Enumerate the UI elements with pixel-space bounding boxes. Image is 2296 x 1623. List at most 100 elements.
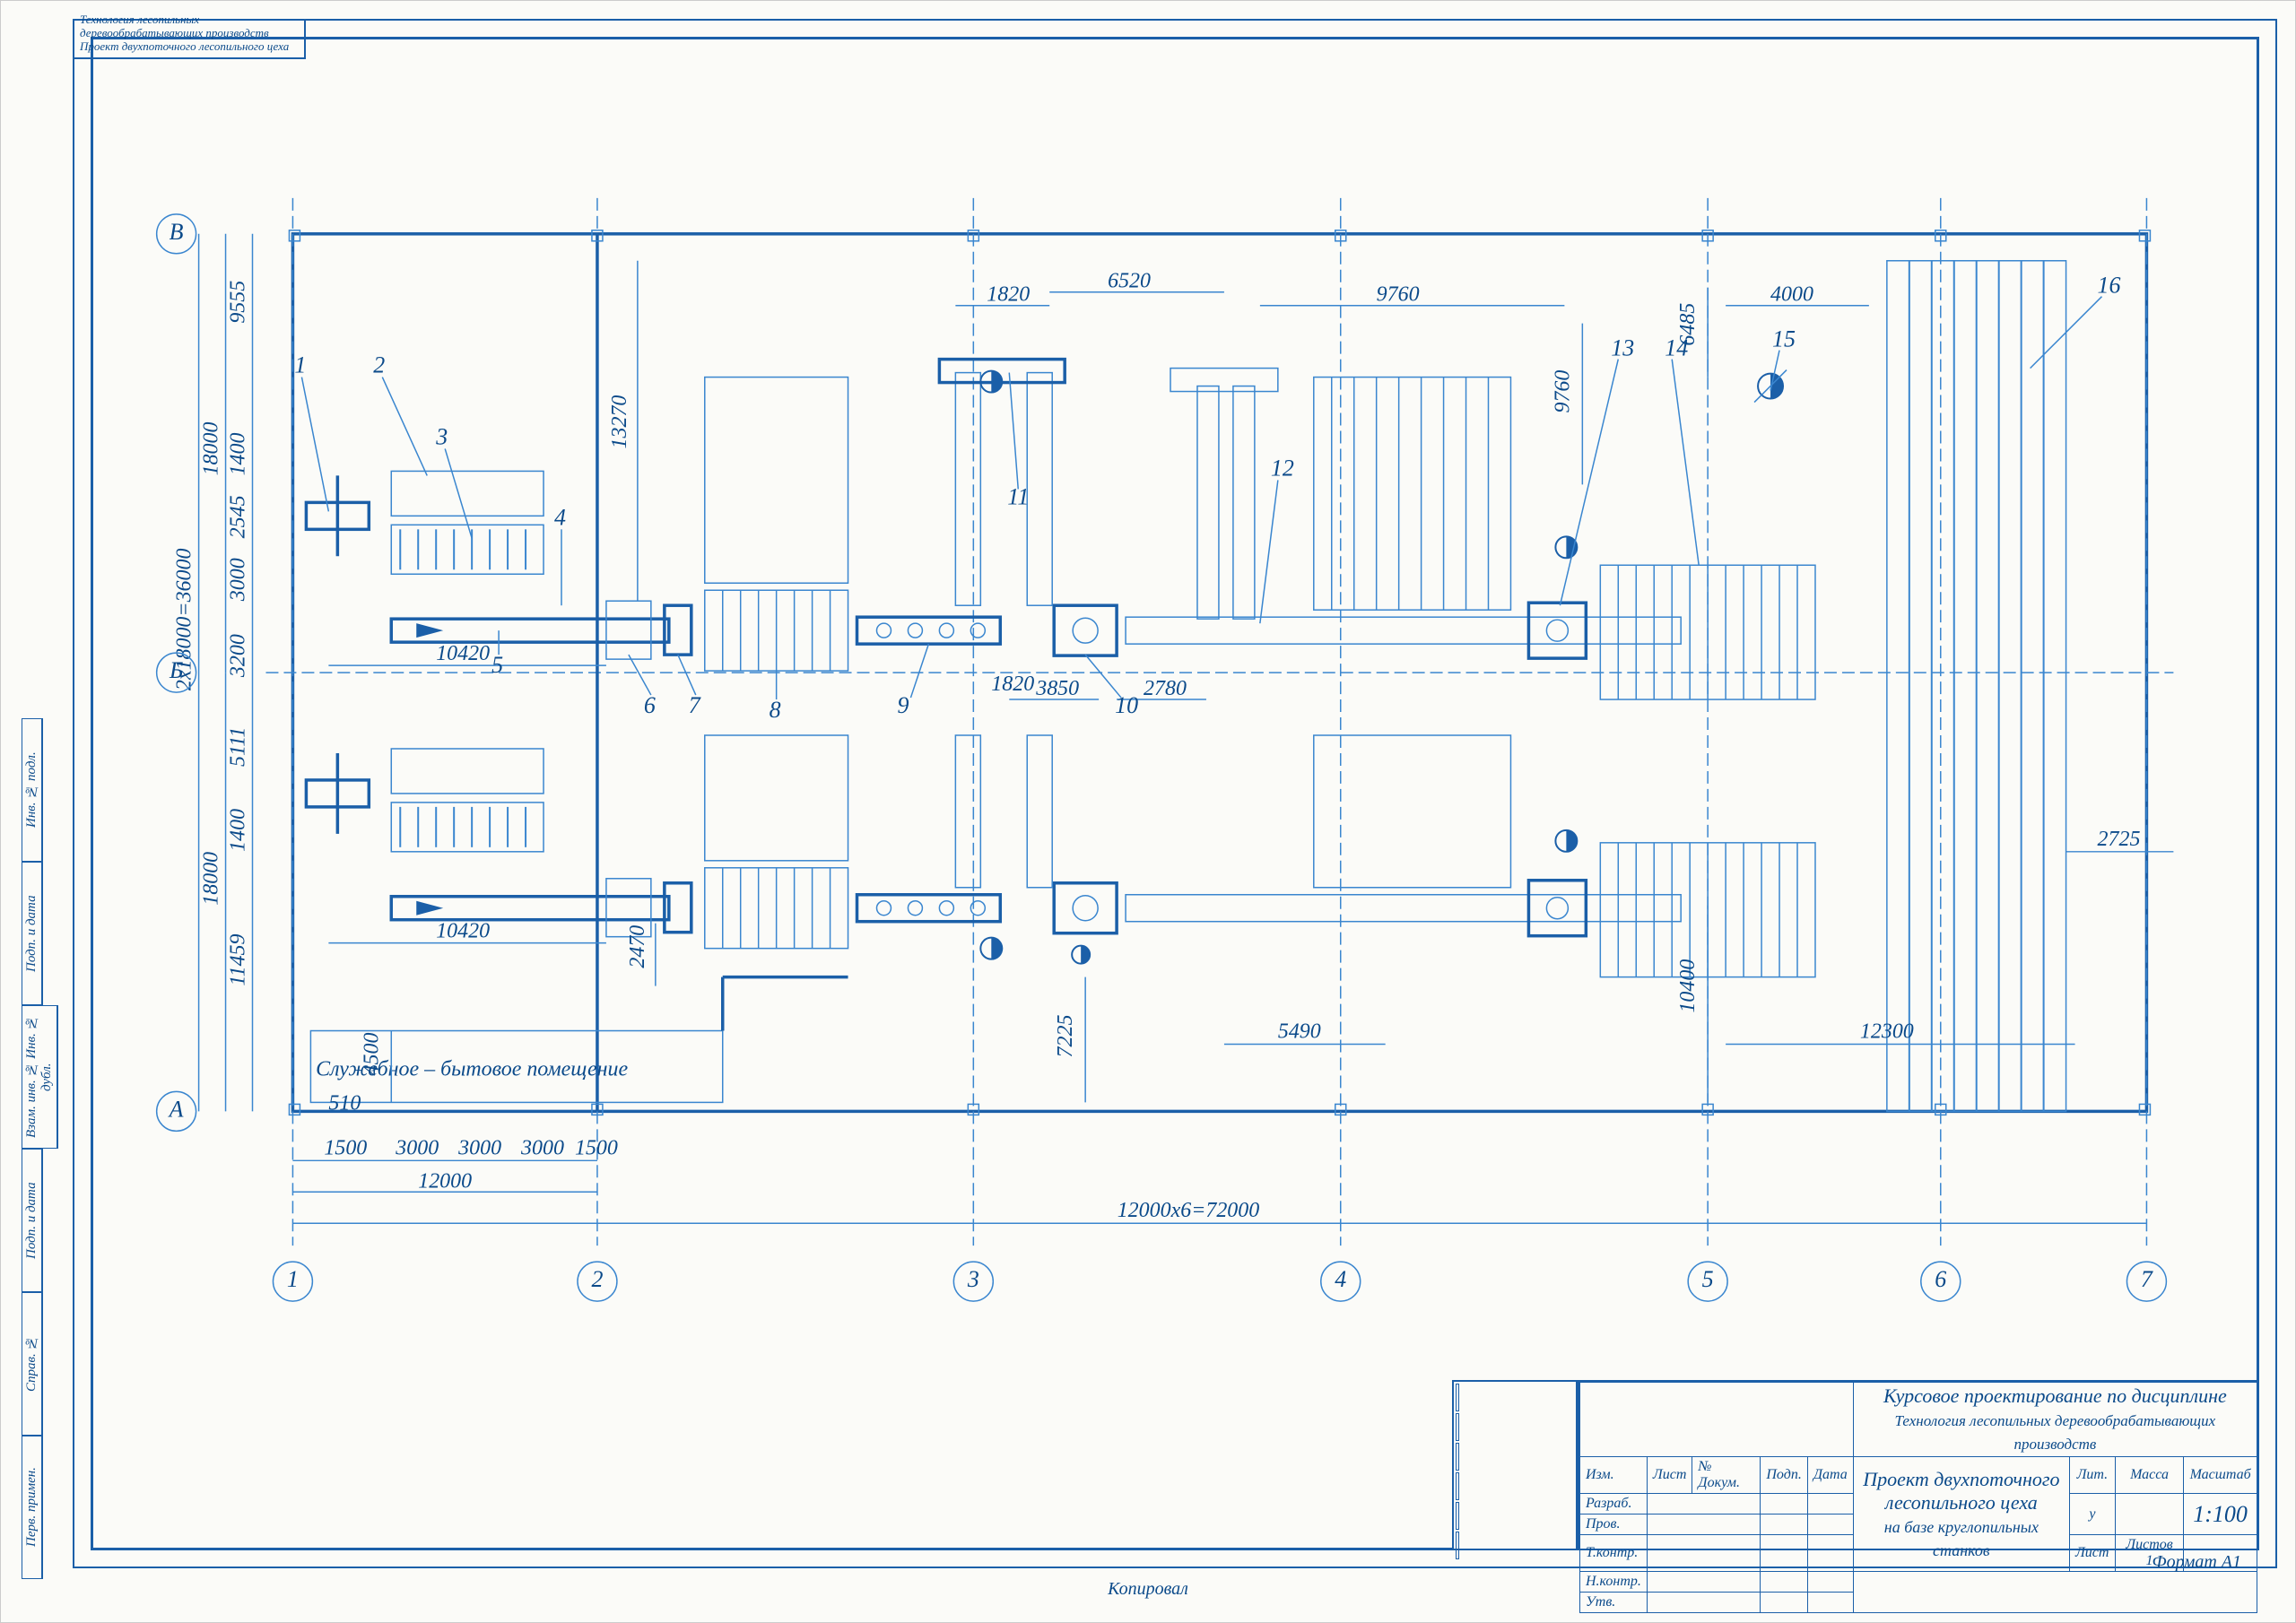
svg-text:9760: 9760 (1551, 370, 1574, 413)
svg-text:15: 15 (1772, 326, 1796, 352)
tb-izm: Изм. (1580, 1457, 1648, 1494)
dims-baygrid: 1500 3000 3000 3000 1500 12000 12000x6=7… (292, 1136, 2146, 1223)
svg-text:7: 7 (689, 692, 701, 718)
svg-text:12: 12 (1271, 455, 1294, 481)
upper-note-l1: Технология лесопильных деревообрабатываю… (80, 13, 299, 40)
upper-note-block: Технология лесопильных деревообрабатываю… (73, 19, 306, 59)
tb-main2: лесопильного цеха (1885, 1491, 2038, 1514)
svg-text:12300: 12300 (1860, 1020, 1914, 1044)
upper-note-l2: Проект двухпоточного лесопильного цеха (80, 40, 299, 54)
dims-left: 2x18000=36000 18000 18000 9555 1400 2545… (173, 234, 638, 1112)
tb-litval: у (2069, 1494, 2115, 1535)
side-4: Справ. № (22, 1292, 43, 1436)
svg-text:1: 1 (287, 1266, 299, 1292)
side-0: Инв. № подл. (22, 718, 43, 862)
svg-text:3000: 3000 (457, 1136, 501, 1159)
tb-line1: Курсовое проектирование по дисциплине (1883, 1384, 2227, 1407)
svg-text:Б: Б (169, 657, 183, 683)
svg-text:4: 4 (1335, 1266, 1346, 1292)
line-lower (306, 735, 1815, 977)
tb-razrab: Разраб. (1580, 1494, 1648, 1515)
column-axes (292, 198, 2146, 1245)
callouts: 1 2 3 4 5 6 7 8 9 10 11 12 13 14 15 16 (294, 273, 2120, 723)
svg-text:4: 4 (554, 504, 566, 530)
svg-text:1400: 1400 (227, 432, 250, 475)
svg-text:6: 6 (644, 692, 656, 718)
svg-text:8: 8 (770, 697, 781, 723)
svg-text:3850: 3850 (1035, 677, 1079, 700)
svg-text:2545: 2545 (227, 495, 250, 538)
tb-main1: Проект двухпоточного (1863, 1468, 2059, 1490)
svg-text:1: 1 (294, 352, 306, 378)
tb-ndok: № Докум. (1692, 1457, 1761, 1494)
svg-text:7225: 7225 (1054, 1015, 1077, 1058)
tb-listov: Листов (2126, 1537, 2172, 1552)
svg-text:2725: 2725 (2098, 828, 2141, 851)
side-5: Перв. примен. (22, 1436, 43, 1579)
svg-text:10420: 10420 (436, 920, 490, 943)
svg-text:9555: 9555 (227, 281, 250, 324)
svg-text:3200: 3200 (227, 634, 250, 678)
side-1: Подп. и дата (22, 862, 43, 1005)
revision-strip (1452, 1380, 1578, 1550)
svg-text:1400: 1400 (227, 809, 250, 852)
tb-scale-lbl: Масштаб (2184, 1457, 2257, 1494)
svg-text:3000: 3000 (395, 1136, 439, 1159)
svg-text:2: 2 (591, 1266, 603, 1292)
tb-mass: Масса (2115, 1457, 2183, 1494)
svg-text:1820: 1820 (987, 283, 1030, 307)
svg-text:10420: 10420 (436, 642, 490, 665)
svg-text:13270: 13270 (608, 395, 631, 449)
svg-text:1500: 1500 (575, 1136, 618, 1159)
svg-text:12000: 12000 (418, 1169, 472, 1193)
svg-text:4000: 4000 (1770, 283, 1813, 307)
svg-text:6: 6 (1935, 1266, 1946, 1292)
svg-text:4500: 4500 (360, 1033, 383, 1076)
svg-text:18000: 18000 (200, 422, 223, 476)
footer-copied: Копировал (1, 1579, 2295, 1600)
side-2: Взам. инв. № Инв. № дубл. (22, 1005, 58, 1149)
svg-text:3000: 3000 (520, 1136, 564, 1159)
svg-text:3000: 3000 (227, 558, 250, 602)
svg-text:10: 10 (1115, 692, 1138, 718)
svg-text:2470: 2470 (626, 925, 649, 968)
svg-text:2: 2 (373, 352, 385, 378)
svg-text:9: 9 (897, 692, 909, 718)
svg-text:2780: 2780 (1144, 677, 1187, 700)
tb-line2: Технология лесопильных деревообрабатываю… (1895, 1412, 2216, 1453)
svg-text:В: В (170, 219, 184, 245)
svg-text:510: 510 (328, 1091, 361, 1115)
svg-text:7: 7 (2141, 1266, 2153, 1292)
svg-text:5: 5 (491, 652, 503, 678)
tb-scale: 1:100 (2184, 1494, 2257, 1535)
svg-text:18000: 18000 (200, 852, 223, 906)
svg-text:10400: 10400 (1676, 959, 1700, 1013)
tb-tkontr: Т.контр. (1580, 1535, 1648, 1572)
title-block: Курсовое проектирование по дисциплине Те… (1578, 1380, 2259, 1550)
tb-list: Лист (2069, 1535, 2115, 1572)
tb-lit: Лит. (2069, 1457, 2115, 1494)
svg-text:5: 5 (1702, 1266, 1714, 1292)
svg-text:11459: 11459 (227, 933, 250, 985)
svg-text:16: 16 (2098, 273, 2121, 299)
tb-main3: на базе круглопильных станков (1884, 1518, 2039, 1559)
svg-text:13: 13 (1611, 335, 1634, 361)
drawing-sheet: Технология лесопильных деревообрабатываю… (0, 0, 2296, 1623)
tb-data: Дата (1807, 1457, 1853, 1494)
drawing-area: Служебное – бытовое помещение (144, 117, 2214, 1353)
svg-text:1500: 1500 (324, 1136, 367, 1159)
svg-text:1820: 1820 (991, 673, 1034, 696)
tb-listno: Лист (1647, 1457, 1692, 1494)
svg-text:5490: 5490 (1278, 1020, 1321, 1044)
dims-bot: 7225 5490 12300 10400 510 4500 (328, 906, 2074, 1115)
svg-text:12000x6=72000: 12000x6=72000 (1118, 1199, 1260, 1222)
svg-text:5111: 5111 (227, 727, 250, 767)
tb-prov: Пров. (1580, 1515, 1648, 1535)
left-margin-cells: Инв. № подл. Подп. и дата Взам. инв. № И… (22, 718, 71, 1550)
tb-podp: Подп. (1761, 1457, 1807, 1494)
svg-text:А: А (168, 1096, 184, 1122)
side-3: Подп. и дата (22, 1149, 43, 1292)
svg-text:9760: 9760 (1377, 283, 1420, 307)
svg-text:3: 3 (967, 1266, 979, 1292)
svg-text:11: 11 (1007, 483, 1029, 509)
